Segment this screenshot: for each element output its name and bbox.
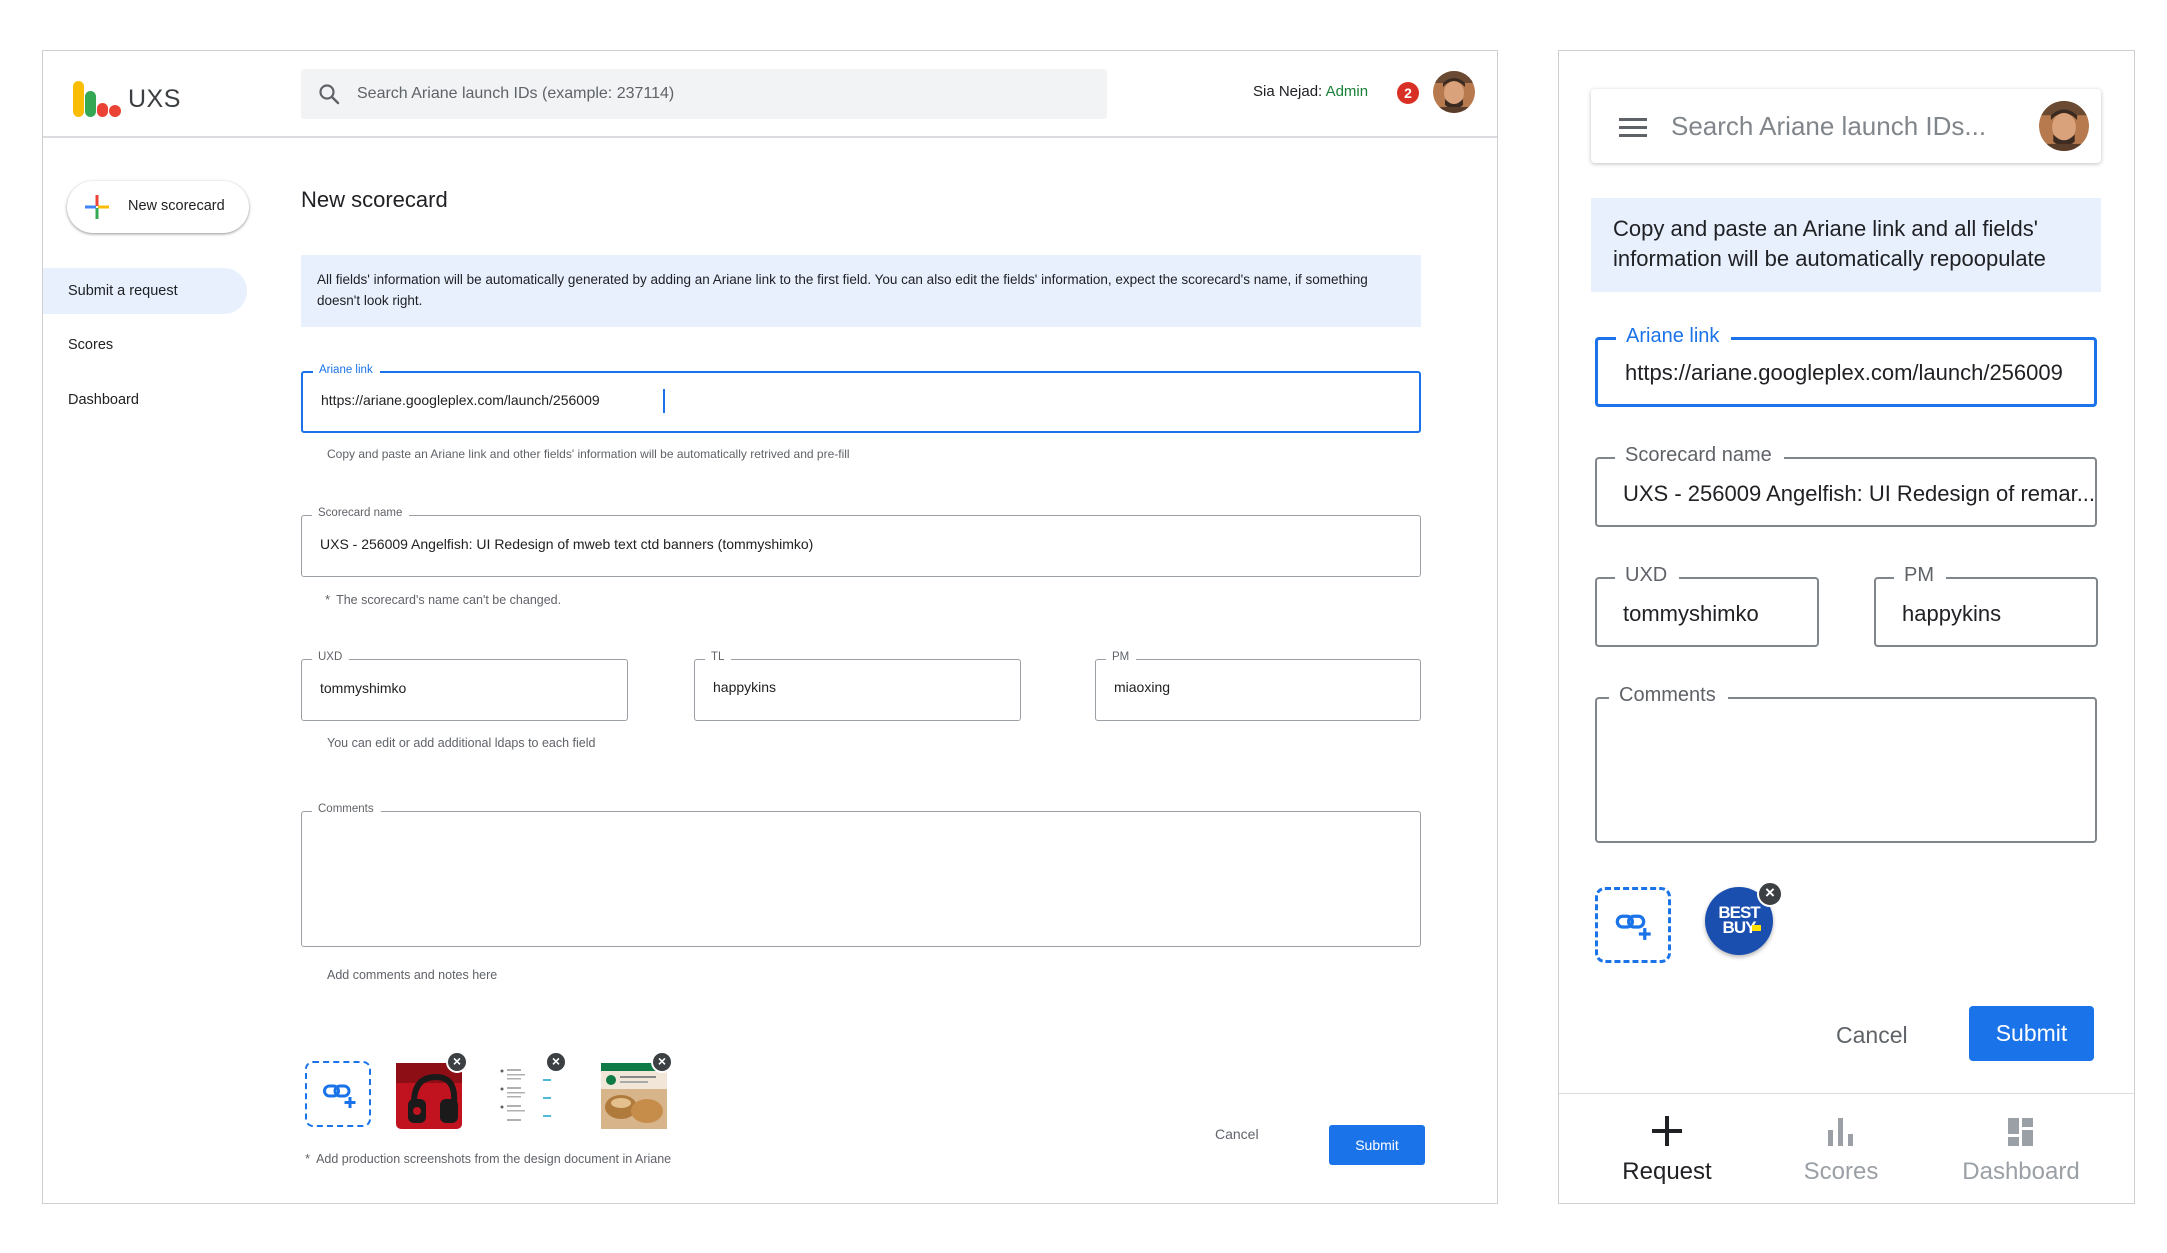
pm-value: miaoxing (1114, 679, 1171, 695)
uxd-field[interactable]: UXD tommyshimko (301, 651, 628, 721)
mobile-ariane-link-field[interactable]: Ariane link https://ariane.googleplex.co… (1595, 325, 2097, 407)
mobile-uxd-field[interactable]: UXD tommyshimko (1595, 564, 1819, 647)
pm-label: PM (1106, 651, 1137, 663)
plus-icon (1652, 1116, 1682, 1146)
mobile-search-bar[interactable] (1591, 89, 2101, 163)
tl-field[interactable]: TL happykins (694, 651, 1021, 721)
new-scorecard-button[interactable]: New scorecard (67, 181, 249, 233)
ariane-link-label: Ariane link (1616, 325, 1732, 348)
screenshot-thumbnail[interactable]: × (601, 1051, 673, 1129)
pm-label: PM (1894, 564, 1946, 587)
mobile-submit-button[interactable]: Submit (1969, 1006, 2094, 1061)
scorecard-name-value: UXS - 256009 Angelfish: UI Redesign of r… (1623, 481, 2096, 506)
search-bar[interactable] (301, 69, 1107, 119)
bottom-nav-scores[interactable]: Scores (1756, 1094, 1926, 1206)
ariane-link-helper: Copy and paste an Ariane link and other … (327, 447, 850, 461)
asterisk-icon: * (305, 1151, 311, 1166)
scorecard-name-label: Scorecard name (1615, 444, 1784, 467)
food-image-icon (601, 1063, 667, 1129)
bottom-navigation: Request Scores Dashboard (1559, 1093, 2134, 1205)
add-link-icon (1615, 914, 1651, 940)
mobile-comments-field[interactable]: Comments (1595, 684, 2097, 843)
plus-icon (85, 195, 109, 219)
comments-label: Comments (1609, 684, 1728, 707)
info-banner: All fields' information will be automati… (301, 255, 1421, 327)
hamburger-menu-icon[interactable] (1619, 116, 1647, 138)
mobile-cancel-button[interactable]: Cancel (1836, 1022, 1908, 1049)
scorecard-name-helper: * The scorecard's name can't be changed. (325, 592, 562, 607)
uxd-value: tommyshimko (1623, 601, 1759, 626)
screenshot-thumbnail[interactable]: × (495, 1051, 567, 1129)
mobile-info-banner: Copy and paste an Ariane link and all fi… (1591, 198, 2101, 292)
scorecard-name-field: Scorecard name UXS - 256009 Angelfish: U… (301, 507, 1421, 577)
comments-helper: Add comments and notes here (327, 968, 498, 982)
user-name: Sia Nejad: (1253, 83, 1323, 100)
add-link-icon (323, 1084, 356, 1108)
text-cursor (663, 389, 665, 413)
ariane-link-field[interactable]: Ariane link https://ariane.googleplex.co… (301, 364, 1421, 433)
add-screenshot-link-button[interactable] (305, 1061, 371, 1127)
search-input[interactable] (357, 69, 1087, 119)
bottom-nav-dashboard[interactable]: Dashboard (1936, 1094, 2106, 1206)
uxd-label: UXD (1615, 564, 1680, 587)
mobile-scorecard-name-field: Scorecard name UXS - 256009 Angelfish: U… (1595, 444, 2097, 527)
bottom-nav-scores-label: Scores (1803, 1158, 1879, 1185)
bestbuy-tag-icon (1752, 925, 1761, 931)
mobile-pm-field[interactable]: PM happykins (1874, 564, 2098, 647)
uxd-value: tommyshimko (320, 680, 407, 696)
bottom-nav-request[interactable]: Request (1582, 1094, 1752, 1206)
remove-screenshot-close-icon[interactable]: × (545, 1051, 567, 1073)
mobile-search-input[interactable] (1671, 89, 2021, 163)
avatar[interactable] (1433, 71, 1475, 113)
scorecard-name-label: Scorecard name (312, 507, 410, 519)
dashboard-icon (2008, 1118, 2033, 1146)
tl-label: TL (705, 651, 732, 663)
user-info: Sia Nejad: Admin (1253, 83, 1368, 100)
uxd-label: UXD (312, 651, 350, 663)
cancel-button[interactable]: Cancel (1215, 1126, 1259, 1142)
tl-value: happykins (713, 679, 777, 695)
headphones-image-icon (396, 1063, 462, 1129)
notification-badge[interactable]: 2 (1397, 82, 1419, 104)
sidebar-item-dashboard[interactable]: Dashboard (43, 377, 247, 423)
ldap-helper: You can edit or add additional ldaps to … (327, 736, 596, 750)
top-app-bar: UXS Sia Nejad: Admin 2 (43, 51, 1497, 138)
comments-label: Comments (312, 803, 381, 815)
screenshot-thumbnail[interactable]: × (396, 1051, 468, 1129)
bottom-nav-dashboard-label: Dashboard (1962, 1158, 2080, 1185)
new-scorecard-label: New scorecard (128, 198, 225, 214)
bottom-nav-request-label: Request (1622, 1158, 1712, 1185)
mobile-add-screenshot-link-button[interactable] (1595, 887, 1671, 963)
remove-screenshot-close-icon[interactable]: × (651, 1051, 673, 1073)
app-name: UXS (128, 85, 181, 113)
user-role: Admin (1325, 83, 1369, 100)
uxs-logo-icon (73, 81, 121, 117)
sidebar-item-scores[interactable]: Scores (43, 322, 247, 368)
pm-field[interactable]: PM miaoxing (1095, 651, 1421, 721)
scorecard-name-value: UXS - 256009 Angelfish: UI Redesign of m… (320, 536, 814, 552)
asterisk-icon: * (325, 592, 331, 607)
mobile-view: Copy and paste an Ariane link and all fi… (1558, 50, 2135, 1204)
mobile-list-image-icon (495, 1063, 561, 1129)
sidebar-item-submit-request[interactable]: Submit a request (43, 268, 247, 314)
avatar[interactable] (2039, 101, 2089, 151)
ariane-link-value: https://ariane.googleplex.com/launch/256… (321, 392, 600, 408)
remove-screenshot-close-icon[interactable]: × (446, 1051, 468, 1073)
ariane-link-value: https://ariane.googleplex.com/launch/256… (1625, 360, 2063, 385)
page-title: New scorecard (301, 187, 448, 212)
bar-chart-icon (1828, 1118, 1853, 1146)
submit-button[interactable]: Submit (1329, 1125, 1425, 1165)
search-icon (319, 84, 340, 105)
screenshots-helper: * Add production screenshots from the des… (305, 1151, 672, 1166)
comments-field[interactable]: Comments (301, 803, 1421, 947)
ariane-link-label: Ariane link (313, 364, 380, 376)
remove-screenshot-close-icon[interactable]: × (1757, 881, 1783, 907)
pm-value: happykins (1902, 601, 2002, 626)
desktop-view: UXS Sia Nejad: Admin 2 (42, 50, 1498, 1204)
